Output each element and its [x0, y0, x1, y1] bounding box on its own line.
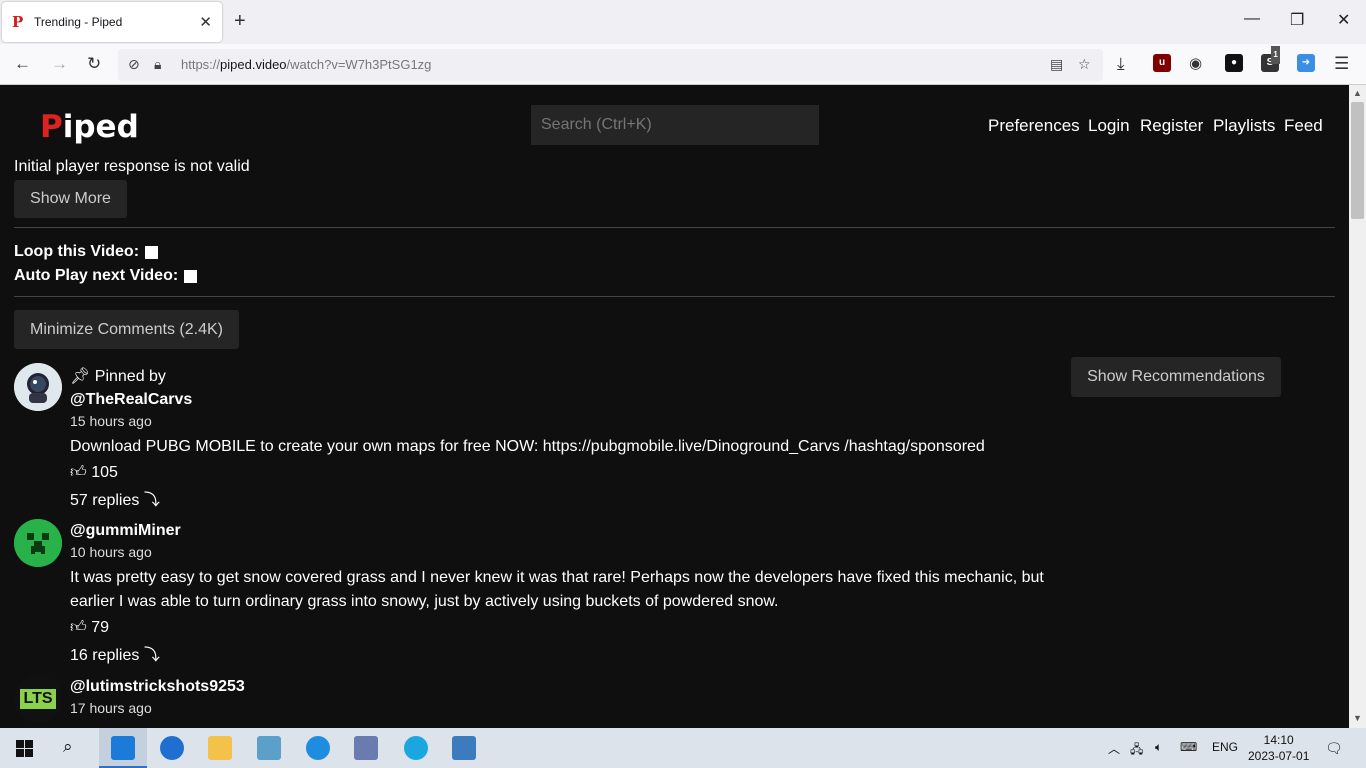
- lock-icon[interactable]: 🔒︎: [154, 56, 161, 73]
- scroll-up-icon[interactable]: ▲: [1353, 88, 1362, 98]
- scroll-down-icon[interactable]: ▼: [1353, 713, 1362, 723]
- astronaut-avatar-icon: [14, 363, 62, 411]
- replies-toggle[interactable]: 16 replies ⤵: [70, 641, 1070, 665]
- windows-start-icon[interactable]: [16, 740, 33, 762]
- nav-preferences[interactable]: Preferences: [988, 116, 1080, 136]
- notes-taskbar-icon[interactable]: [257, 736, 281, 760]
- language-indicator[interactable]: ENG: [1212, 740, 1238, 754]
- search-icon[interactable]: ⌕: [63, 737, 73, 757]
- loop-option: Loop this Video:: [14, 243, 159, 261]
- s-extension-icon[interactable]: S1: [1261, 46, 1280, 72]
- comment-time: 10 hours ago: [70, 544, 152, 560]
- comment-item: 📌︎ Pinned by @TheRealCarvs 15 hours ago …: [70, 366, 1070, 510]
- waterfox-taskbar-icon[interactable]: [111, 736, 135, 760]
- browser-toolbar: ← → ↻ ⊘ 🔒︎ https://piped.video/watch?v=W…: [0, 44, 1366, 85]
- ublock-extension-icon[interactable]: u: [1153, 54, 1171, 72]
- comment-time: 17 hours ago: [70, 700, 152, 716]
- show-more-button[interactable]: Show More: [14, 180, 127, 218]
- comment-author[interactable]: @lutimstrickshots9253: [70, 678, 245, 696]
- search-input[interactable]: [531, 105, 819, 145]
- nav-login[interactable]: Login: [1088, 116, 1130, 136]
- comment-item: @lutimstrickshots9253 17 hours ago: [70, 678, 245, 716]
- autoplay-checkbox[interactable]: [184, 269, 198, 283]
- windows-taskbar: ⌕ ︿ 🖧︎ 🔈︎ ⌨ ENG 14:10 2023-07-01 🗨︎: [0, 728, 1366, 768]
- reload-icon[interactable]: ↻: [87, 53, 101, 75]
- tray-chevron-icon[interactable]: ︿: [1108, 740, 1120, 757]
- arrow-down-icon: ⤵: [143, 647, 160, 664]
- piped-favicon-icon: P: [12, 13, 24, 31]
- comment-item: @gummiMiner 10 hours ago It was pretty e…: [70, 522, 1070, 665]
- thumbs-up-icon: 👍︎: [70, 619, 87, 636]
- pinned-indicator: 📌︎ Pinned by: [70, 368, 166, 385]
- nav-feed[interactable]: Feed: [1284, 116, 1323, 136]
- reader-view-icon[interactable]: ▤: [1050, 56, 1063, 73]
- close-window-icon[interactable]: ✕: [1337, 10, 1350, 30]
- divider: [14, 227, 1335, 228]
- avatar[interactable]: [14, 519, 62, 567]
- volume-icon[interactable]: 🔈︎: [1155, 740, 1162, 755]
- creeper-avatar-icon: [14, 519, 62, 567]
- browser-tab-bar: P Trending - Piped ✕ + — ❐ ✕: [0, 0, 1366, 44]
- loop-checkbox[interactable]: [145, 245, 159, 259]
- show-recommendations-button[interactable]: Show Recommendations: [1071, 357, 1281, 397]
- address-bar[interactable]: ⊘ 🔒︎ https://piped.video/watch?v=W7h3PtS…: [118, 49, 1103, 81]
- minimize-comments-button[interactable]: Minimize Comments (2.4K): [14, 310, 239, 349]
- nav-register[interactable]: Register: [1140, 116, 1203, 136]
- clock-time: 14:10: [1263, 733, 1294, 747]
- forward-icon[interactable]: →: [51, 53, 68, 75]
- new-tab-button[interactable]: +: [234, 10, 246, 32]
- comment-text: Download PUBG MOBILE to create your own …: [70, 438, 985, 455]
- player-error-message: Initial player response is not valid: [14, 158, 250, 175]
- divider: [14, 296, 1335, 297]
- autoplay-option: Auto Play next Video:: [14, 267, 198, 285]
- arrow-extension-icon[interactable]: ➜: [1297, 54, 1315, 72]
- menu-icon[interactable]: ☰: [1334, 53, 1349, 75]
- mask-extension-icon[interactable]: ●: [1225, 54, 1243, 72]
- comment-author[interactable]: @TheRealCarvs: [70, 391, 1070, 409]
- avatar[interactable]: LTS: [14, 675, 62, 723]
- lts-avatar-icon: LTS: [14, 675, 62, 723]
- page-scrollbar[interactable]: ▲ ▼: [1349, 85, 1366, 728]
- replies-toggle[interactable]: 57 replies ⤵: [70, 486, 1070, 510]
- paint-taskbar-icon[interactable]: [354, 736, 378, 760]
- minimize-window-icon[interactable]: —: [1244, 10, 1260, 28]
- tab-close-icon[interactable]: ✕: [199, 13, 212, 31]
- notifications-icon[interactable]: 🗨︎: [1325, 740, 1343, 757]
- file-explorer-taskbar-icon[interactable]: [208, 736, 232, 760]
- loop-label: Loop this Video:: [14, 243, 140, 260]
- back-icon[interactable]: ←: [14, 53, 31, 75]
- bookmark-star-icon[interactable]: ☆: [1078, 56, 1091, 73]
- tab-title: Trending - Piped: [34, 15, 123, 29]
- comment-text: It was pretty easy to get snow covered g…: [70, 569, 1044, 610]
- restore-window-icon[interactable]: ❐: [1290, 10, 1304, 30]
- tracking-protection-icon[interactable]: ⊘: [128, 56, 140, 73]
- downloads-icon[interactable]: ⤓: [1117, 53, 1125, 75]
- browser-taskbar-icon[interactable]: [404, 736, 428, 760]
- comment-time: 15 hours ago: [70, 413, 152, 429]
- arrow-down-icon: ⤵: [143, 492, 160, 509]
- keyboard-icon[interactable]: ⌨: [1180, 740, 1197, 754]
- chrome-taskbar-icon[interactable]: [160, 736, 184, 760]
- comment-likes: 👍︎ 79: [70, 618, 109, 637]
- autoplay-label: Auto Play next Video:: [14, 267, 179, 284]
- url-text[interactable]: https://piped.video/watch?v=W7h3PtSG1zg: [181, 57, 431, 72]
- calculator-taskbar-icon[interactable]: [452, 736, 476, 760]
- pin-icon: 📌︎: [70, 368, 91, 385]
- scrollbar-thumb[interactable]: [1351, 102, 1364, 219]
- comment-likes: 👍︎ 105: [70, 463, 118, 482]
- eye-extension-icon[interactable]: ◉: [1189, 53, 1202, 75]
- browser-tab[interactable]: P Trending - Piped ✕: [2, 2, 222, 42]
- clock[interactable]: 14:10 2023-07-01: [1248, 732, 1309, 764]
- nav-playlists[interactable]: Playlists: [1213, 116, 1275, 136]
- page-content: Piped Preferences Login Register Playlis…: [0, 85, 1349, 728]
- network-icon[interactable]: 🖧︎: [1130, 740, 1143, 761]
- clock-date: 2023-07-01: [1248, 749, 1310, 763]
- comment-author[interactable]: @gummiMiner: [70, 522, 1070, 540]
- avatar[interactable]: [14, 363, 62, 411]
- globe-taskbar-icon[interactable]: [306, 736, 330, 760]
- thumbs-up-icon: 👍︎: [70, 464, 87, 481]
- piped-logo[interactable]: Piped: [40, 109, 139, 145]
